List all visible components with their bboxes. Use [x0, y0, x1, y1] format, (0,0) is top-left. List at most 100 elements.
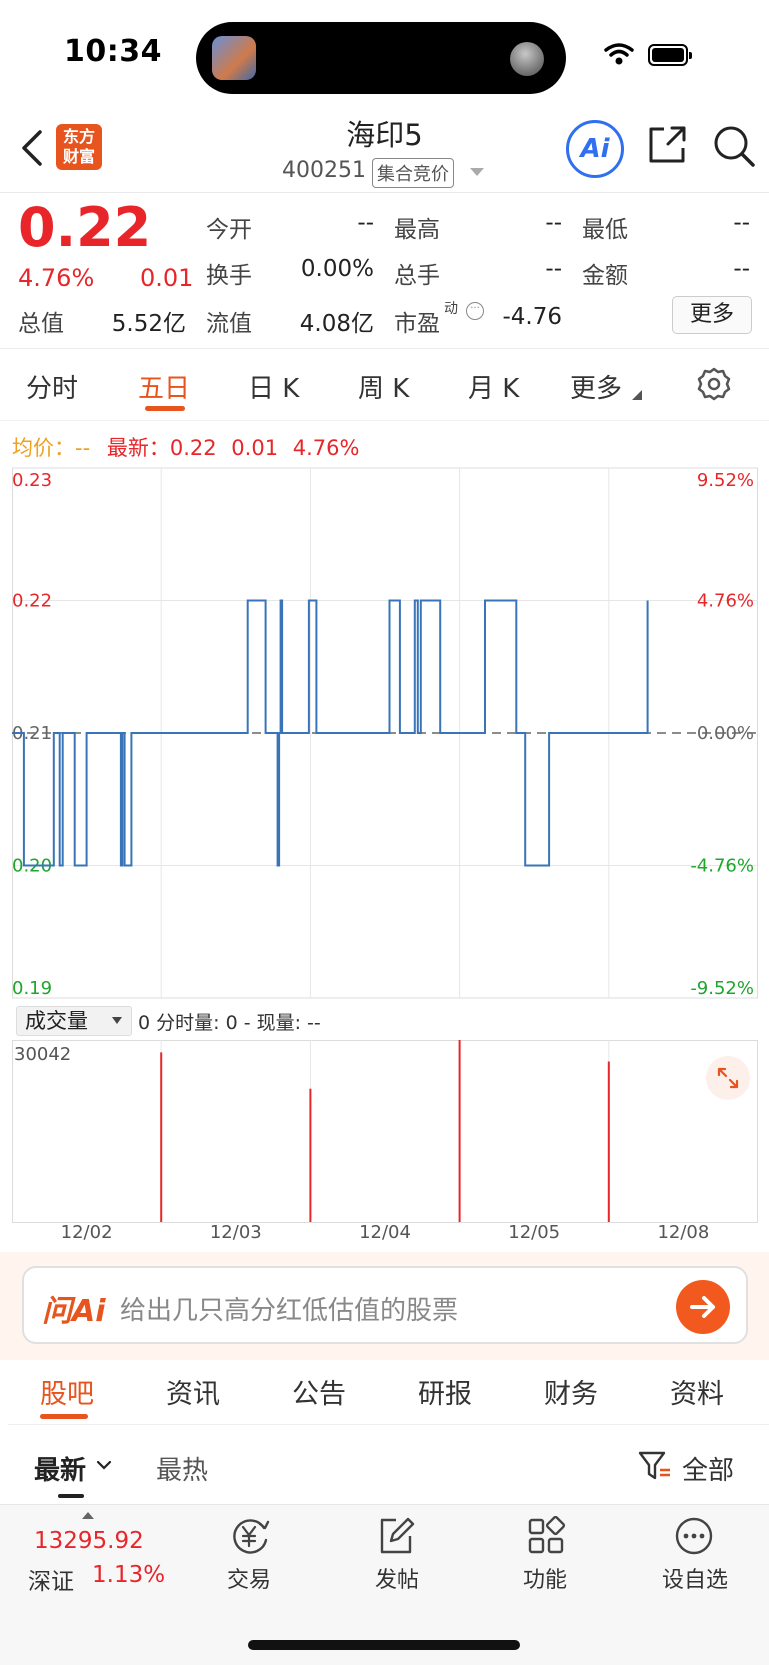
more-button[interactable]: 更多	[672, 296, 752, 334]
volume-label: 总手	[394, 263, 440, 289]
float-cap-value: 4.08亿	[299, 311, 374, 337]
ask-ai-box[interactable]: 问Ai 给出几只高分红低估值的股票	[22, 1266, 748, 1344]
x-tick-date: 12/04	[359, 1222, 411, 1240]
quote-divider	[0, 348, 769, 349]
sort-hot[interactable]: 最热	[156, 1450, 208, 1487]
tab-monthly-k[interactable]: 月 K	[468, 368, 519, 405]
selector-arrow-icon[interactable]	[112, 1017, 122, 1024]
total-cap-value: 5.52亿	[111, 311, 186, 337]
turnover-label: 换手	[206, 263, 252, 289]
tab-research[interactable]: 研报	[418, 1372, 472, 1411]
sort-indicator	[58, 1494, 84, 1498]
settings-gear-icon[interactable]	[696, 366, 732, 402]
stock-code: 400251	[282, 158, 366, 183]
y-tick-right: 0.00%	[697, 723, 754, 744]
tab-more[interactable]: 更多	[570, 368, 622, 405]
y-tick-right: -9.52%	[690, 978, 754, 999]
open-label: 今开	[206, 217, 252, 243]
sort-latest[interactable]: 最新	[34, 1450, 86, 1487]
y-tick-right: -4.76%	[690, 856, 754, 877]
index-name[interactable]: 深证	[28, 1562, 74, 1596]
filter-icon[interactable]	[638, 1450, 672, 1482]
change-percent: 4.76%	[18, 264, 95, 292]
x-tick-date: 12/05	[508, 1222, 560, 1240]
tab-active-indicator	[145, 406, 185, 411]
tabs-divider	[0, 420, 769, 421]
pe-label: 市盈	[394, 311, 440, 337]
bottom-tab-indicator	[40, 1414, 88, 1419]
tab-intraday[interactable]: 分时	[26, 368, 78, 405]
ask-ai-prompt[interactable]: 给出几只高分红低估值的股票	[120, 1290, 458, 1327]
y-tick-right: 9.52%	[697, 470, 754, 491]
total-cap-label: 总值	[18, 311, 64, 337]
nav-trade[interactable]: 交易	[204, 1562, 294, 1594]
dynamic-island	[196, 22, 566, 94]
edit-post-icon[interactable]	[376, 1516, 416, 1556]
current-price: 0.22	[18, 196, 152, 259]
open-value: --	[357, 210, 374, 236]
ai-button[interactable]: Ai	[566, 120, 624, 178]
latest-percent: 4.76%	[292, 436, 360, 460]
latest-label: 最新：	[106, 436, 170, 460]
tab-five-day[interactable]: 五日	[138, 368, 190, 405]
chevron-down-icon[interactable]	[96, 1458, 112, 1472]
index-value[interactable]: 13295.92	[34, 1528, 144, 1554]
latest-change: 0.01	[231, 436, 279, 460]
nav-features[interactable]: 功能	[500, 1562, 590, 1594]
x-tick-date: 12/03	[210, 1222, 262, 1240]
volume-frame	[12, 1040, 758, 1223]
pe-dynamic-sup: 动	[444, 301, 458, 317]
dropdown-arrow-icon[interactable]	[470, 168, 484, 176]
avg-price-value: --	[75, 436, 91, 460]
bottom-tabs-divider	[8, 1424, 769, 1425]
volume-info: 0 分时量: 0 - 现量: --	[138, 1012, 321, 1034]
tab-announcements[interactable]: 公告	[292, 1372, 346, 1411]
x-tick-date: 12/02	[61, 1222, 113, 1240]
index-percent[interactable]: 1.13%	[92, 1562, 165, 1588]
volume-max-label: 30042	[14, 1044, 71, 1065]
tab-weekly-k[interactable]: 周 K	[358, 368, 409, 405]
low-value: --	[733, 210, 750, 236]
search-icon[interactable]	[712, 124, 756, 168]
tab-daily-k[interactable]: 日 K	[248, 368, 299, 405]
more-dots-icon[interactable]: ···	[466, 302, 484, 320]
ask-ai-submit-button[interactable]	[676, 1280, 730, 1334]
price-chart[interactable]: 0.23 9.52%0.22 4.76%0.21 0.00%0.20 -4.76%0.1…	[12, 466, 758, 1002]
index-caret-icon[interactable]	[82, 1512, 94, 1519]
corner-triangle-icon	[632, 390, 642, 400]
expand-icon	[717, 1067, 739, 1089]
home-indicator	[248, 1640, 520, 1650]
y-tick-left: 0.23	[12, 470, 52, 491]
amount-label: 金额	[582, 263, 628, 289]
amount-value: --	[733, 256, 750, 282]
y-tick-right: 4.76%	[697, 591, 754, 612]
latest-price: 0.22	[169, 436, 217, 460]
share-icon[interactable]	[646, 124, 688, 166]
session-badge[interactable]: 集合竞价	[372, 158, 454, 188]
header-divider	[0, 192, 769, 193]
tab-profile[interactable]: 资料	[670, 1372, 724, 1411]
more-options-icon[interactable]	[674, 1516, 714, 1556]
volume-value: --	[545, 256, 562, 282]
trade-yen-icon[interactable]	[228, 1516, 272, 1556]
high-value: --	[545, 210, 562, 236]
nav-add-watchlist[interactable]: 设自选	[650, 1562, 740, 1594]
avg-price-label: 均价：	[12, 436, 75, 460]
volume-chart[interactable]: 30042 12/02 12/03 12/04 12/05 12/08	[12, 1040, 758, 1240]
pe-value: -4.76	[502, 304, 562, 330]
filter-label[interactable]: 全部	[682, 1450, 734, 1487]
y-tick-left: 0.22	[12, 591, 52, 612]
tab-forum[interactable]: 股吧	[40, 1372, 94, 1411]
tab-news[interactable]: 资讯	[166, 1372, 220, 1411]
features-grid-icon[interactable]	[526, 1516, 566, 1556]
low-label: 最低	[582, 217, 628, 243]
tab-finance[interactable]: 财务	[544, 1372, 598, 1411]
high-label: 最高	[394, 217, 440, 243]
battery-icon	[648, 44, 692, 66]
wifi-icon	[604, 43, 634, 65]
price-line	[12, 599, 649, 867]
expand-chart-button[interactable]	[706, 1056, 750, 1100]
nav-post[interactable]: 发帖	[352, 1562, 442, 1594]
chart-legend: 均价：-- 最新：0.22 0.01 4.76%	[12, 432, 359, 462]
camera-icon	[510, 42, 544, 76]
